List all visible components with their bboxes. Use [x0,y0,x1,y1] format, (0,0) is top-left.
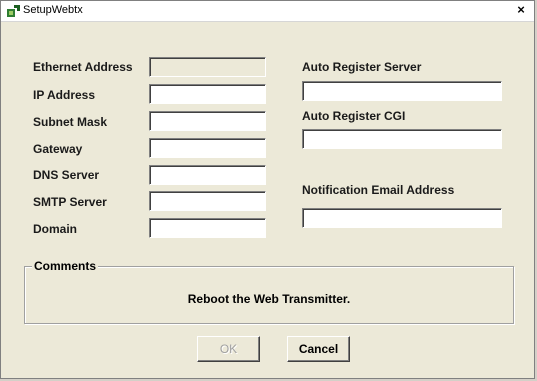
notification-email-field[interactable] [302,208,502,228]
auto-register-cgi-label: Auto Register CGI [302,109,406,123]
ip-address-label: IP Address [33,88,96,102]
gateway-field[interactable] [149,138,266,158]
auto-register-server-field[interactable] [302,81,502,101]
auto-register-cgi-field[interactable] [302,129,502,149]
setup-dialog: SetupWebtx × Ethernet Address IP Address… [0,0,535,379]
ok-button[interactable]: OK [197,336,260,362]
dns-server-label: DNS Server [33,168,100,182]
ethernet-address-label: Ethernet Address [33,60,133,74]
domain-field[interactable] [149,218,266,238]
window-title: SetupWebtx [23,4,83,16]
cancel-button[interactable]: Cancel [287,336,350,362]
ip-address-field[interactable] [149,84,266,104]
ethernet-address-field [149,57,266,77]
auto-register-server-label: Auto Register Server [302,60,422,74]
smtp-server-label: SMTP Server [33,195,107,209]
subnet-mask-field[interactable] [149,111,266,131]
comments-text: Reboot the Web Transmitter. [187,292,351,306]
gateway-label: Gateway [33,142,83,156]
smtp-server-field[interactable] [149,191,266,211]
domain-label: Domain [33,222,78,236]
app-icon [7,5,20,17]
notification-email-label: Notification Email Address [302,183,455,197]
close-icon[interactable]: × [514,3,528,17]
title-bar[interactable]: SetupWebtx × [1,1,534,22]
dns-server-field[interactable] [149,165,266,185]
subnet-mask-label: Subnet Mask [33,115,108,129]
comments-legend: Comments [32,259,99,273]
